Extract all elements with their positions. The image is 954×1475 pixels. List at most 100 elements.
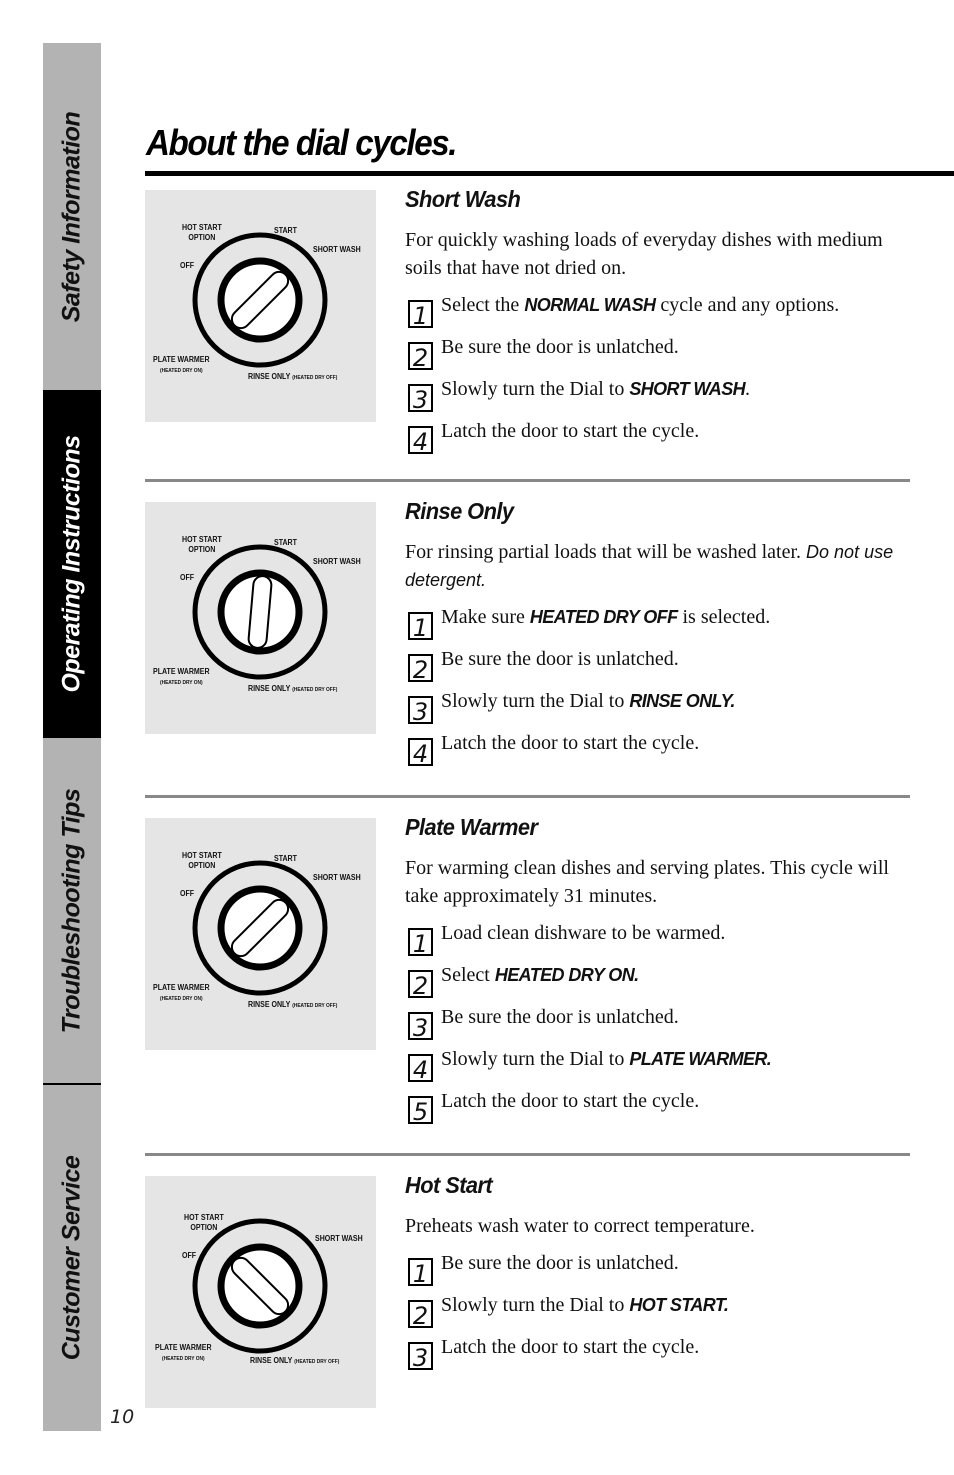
section-tabs: Safety Information Operating Instruction…	[43, 43, 101, 1431]
section-heading: Short Wash	[405, 186, 521, 212]
steps-list: 1 Make sure HEATED DRY OFF is selected. 2 B…	[405, 606, 915, 776]
step-text: Slowly turn the Dial to SHORT WASH.	[441, 376, 750, 402]
dial-label-hot-start-option: HOT START OPTION	[182, 535, 222, 555]
section-description: For warming clean dishes and serving pla…	[405, 854, 915, 910]
step-text: Slowly turn the Dial to RINSE ONLY.	[441, 688, 735, 714]
step-number-box: 1	[408, 612, 433, 642]
step-text: Slowly turn the Dial to HOT START.	[441, 1292, 729, 1318]
tab-customer-service[interactable]: Customer Service	[43, 1083, 101, 1431]
label-subtext: (HEATED DRY OFF)	[294, 1359, 340, 1365]
dial-label-short-wash: SHORT WASH	[313, 873, 361, 883]
step-number-box: 2	[408, 342, 433, 372]
step-text-before: Slowly turn the Dial to	[441, 690, 630, 712]
label-text: RINSE ONLY	[250, 1356, 293, 1365]
step-keyword: HEATED DRY OFF	[529, 607, 678, 627]
label-text: PLATE WARMER	[153, 355, 210, 364]
step-item: 3 Be sure the door is unlatched.	[405, 1006, 915, 1050]
tab-label: Safety Information	[57, 111, 86, 322]
step-item: 2 Be sure the door is unlatched.	[405, 336, 915, 380]
dial-label-off: OFF	[180, 889, 194, 899]
dial-label-plate-warmer: PLATE WARMER (HEATED DRY ON)	[153, 667, 210, 688]
step-text-before: Be sure the door is unlatched.	[441, 336, 679, 358]
step-item: 5 Latch the door to start the cycle.	[405, 1090, 915, 1134]
section-divider	[145, 795, 910, 798]
label-text: OFF	[182, 1251, 197, 1260]
step-keyword: HOT START.	[629, 1295, 729, 1315]
tab-troubleshooting-tips[interactable]: Troubleshooting Tips	[43, 738, 101, 1083]
step-text-before: Latch the door to start the cycle.	[441, 732, 700, 754]
dial-label-hot-start-option: HOT START OPTION	[184, 1213, 224, 1233]
dial-label-plate-warmer: PLATE WARMER (HEATED DRY ON)	[153, 355, 210, 376]
step-text: Latch the door to start the cycle.	[441, 1088, 699, 1114]
dial-label-rinse-only: RINSE ONLY (HEATED DRY OFF)	[248, 1000, 337, 1011]
step-item: 2 Select HEATED DRY ON.	[405, 964, 915, 1008]
dial-graphic	[192, 1218, 328, 1354]
label-subtext: (HEATED DRY OFF)	[292, 375, 338, 381]
cycle-section: Short Wash For quickly washing loads of e…	[405, 186, 915, 464]
dial-illustration: HOT START OPTION SHORT WASH OFF PLATE WARMER…	[145, 1176, 376, 1408]
section-description: For rinsing partial loads that will be w…	[405, 538, 915, 594]
step-number-box: 2	[408, 1300, 433, 1330]
dial-label-off: OFF	[180, 573, 194, 583]
tab-operating-instructions[interactable]: Operating Instructions	[43, 390, 101, 738]
steps-list: 1 Be sure the door is unlatched. 2 Slowly t…	[405, 1252, 915, 1380]
label-subtext: (HEATED DRY ON)	[159, 368, 203, 374]
dial-label-short-wash: SHORT WASH	[313, 557, 361, 567]
step-text-before: Latch the door to start the cycle.	[441, 1090, 700, 1112]
step-item: 1 Make sure HEATED DRY OFF is selected.	[405, 606, 915, 650]
dial-label-short-wash: SHORT WASH	[315, 1234, 363, 1244]
dial-label-start: START	[274, 226, 297, 236]
tab-label: Troubleshooting Tips	[57, 788, 86, 1033]
tab-label: Operating Instructions	[57, 435, 86, 693]
label-text: START	[274, 226, 297, 235]
step-number-box: 2	[408, 970, 433, 1000]
label-text: OFF	[180, 573, 195, 582]
label-text: HOT START	[182, 223, 222, 232]
label-subtext: (HEATED DRY ON)	[161, 1356, 205, 1362]
tab-label: Customer Service	[57, 1155, 86, 1361]
step-text: Select the NORMAL WASH cycle and any opt…	[441, 292, 839, 318]
dial-graphic	[192, 544, 328, 680]
dial-label-hot-start-option: HOT START OPTION	[182, 223, 222, 243]
step-keyword: SHORT WASH	[629, 379, 746, 399]
cycle-section: Rinse Only For rinsing partial loads that…	[405, 498, 915, 776]
step-text: Make sure HEATED DRY OFF is selected.	[441, 604, 770, 630]
step-text: Slowly turn the Dial to PLATE WARMER.	[441, 1046, 772, 1072]
dial-label-rinse-only: RINSE ONLY (HEATED DRY OFF)	[248, 684, 337, 695]
label-text: HOT START	[184, 1213, 224, 1222]
label-text: OPTION	[190, 1223, 218, 1232]
section-heading: Hot Start	[405, 1172, 493, 1198]
label-text: PLATE WARMER	[155, 1343, 212, 1352]
cycle-section: Hot Start Preheats wash water to correct …	[405, 1172, 915, 1380]
page-title: About the dial cycles.	[146, 122, 458, 163]
dial-illustration: HOT START OPTION START SHORT WASH OFF PLATE W…	[145, 818, 376, 1050]
dial-graphic	[192, 232, 328, 368]
section-description: Preheats wash water to correct temperatu…	[405, 1212, 915, 1240]
step-text-before: Slowly turn the Dial to	[441, 378, 630, 400]
step-number-box: 1	[408, 1258, 433, 1288]
dial-graphic	[192, 860, 328, 996]
step-item: 4 Slowly turn the Dial to PLATE WARMER.	[405, 1048, 915, 1092]
tab-safety-information[interactable]: Safety Information	[43, 43, 101, 390]
label-text: OFF	[180, 889, 195, 898]
page-number: 10	[110, 1406, 135, 1428]
step-text-after: cycle and any options.	[655, 294, 840, 316]
dial-label-rinse-only: RINSE ONLY (HEATED DRY OFF)	[248, 372, 337, 383]
step-text: Be sure the door is unlatched.	[441, 646, 679, 672]
section-divider	[145, 1153, 910, 1156]
step-item: 2 Be sure the door is unlatched.	[405, 648, 915, 692]
section-description: For quickly washing loads of everyday di…	[405, 226, 915, 282]
dial-label-plate-warmer: PLATE WARMER (HEATED DRY ON)	[153, 983, 210, 1004]
label-text: PLATE WARMER	[153, 983, 210, 992]
step-number-box: 2	[408, 654, 433, 684]
label-text: HOT START	[182, 851, 222, 860]
step-text-before: Latch the door to start the cycle.	[441, 1336, 700, 1358]
step-number-box: 4	[408, 738, 433, 768]
step-text-after: is selected.	[677, 606, 771, 628]
step-number-box: 1	[408, 300, 433, 330]
step-keyword: PLATE WARMER.	[629, 1049, 772, 1069]
step-number-box: 5	[408, 1096, 433, 1126]
step-text-before: Latch the door to start the cycle.	[441, 420, 700, 442]
description-text: For warming clean dishes and serving pla…	[405, 857, 889, 907]
dial-label-start: START	[274, 854, 297, 864]
